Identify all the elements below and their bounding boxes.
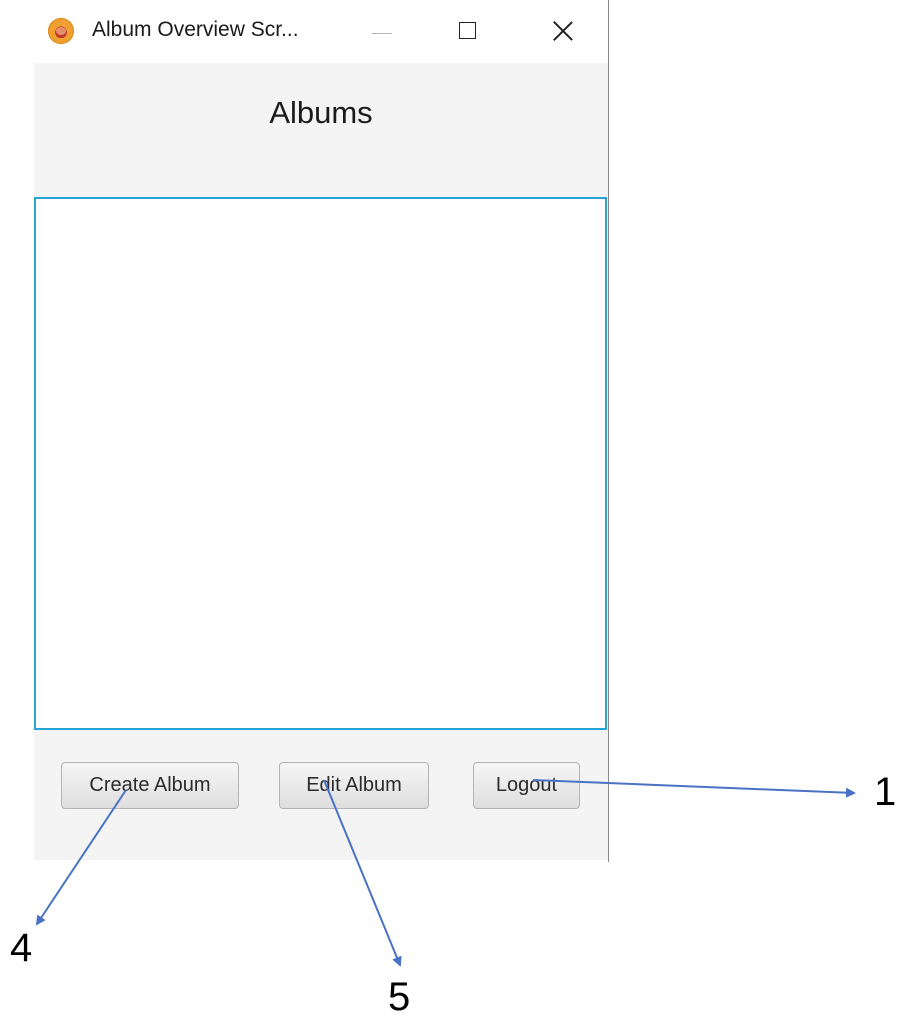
create-album-button[interactable]: Create Album (61, 762, 239, 809)
minimize-icon (372, 33, 392, 34)
page-title: Albums (269, 95, 373, 130)
annotation-label-5: 5 (388, 975, 411, 1019)
title-bar[interactable]: Album Overview Scr... (34, 0, 608, 63)
close-icon (552, 20, 574, 42)
logout-button[interactable]: Logout (473, 762, 580, 809)
edit-album-button[interactable]: Edit Album (279, 762, 429, 809)
annotation-label-4: 4 (10, 926, 33, 970)
window-title: Album Overview Scr... (92, 18, 299, 41)
maximize-button[interactable] (429, 0, 509, 63)
album-list[interactable] (34, 197, 607, 730)
window-border (608, 0, 609, 862)
annotation-label-1: 1 (874, 770, 897, 814)
minimize-button[interactable] (344, 0, 424, 63)
maximize-icon (459, 22, 476, 39)
close-button[interactable] (524, 0, 604, 63)
app-logo-icon (48, 18, 74, 44)
